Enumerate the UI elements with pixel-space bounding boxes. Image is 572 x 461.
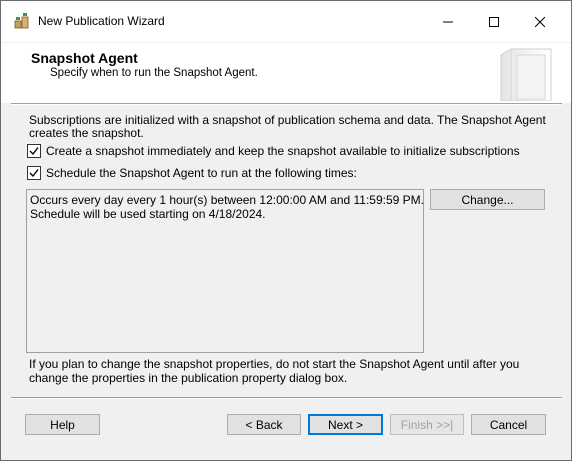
wizard-header: Snapshot Agent Specify when to run the S… (1, 43, 571, 103)
checkmark-icon (29, 169, 39, 178)
finish-button[interactable]: Finish >>| (390, 414, 464, 435)
create-snapshot-option[interactable]: Create a snapshot immediately and keep t… (27, 144, 520, 158)
create-snapshot-label: Create a snapshot immediately and keep t… (46, 144, 520, 158)
header-divider (11, 103, 562, 105)
page-subtitle: Specify when to run the Snapshot Agent. (50, 67, 258, 79)
schedule-line-2: Schedule will be used starting on 4/18/2… (30, 207, 266, 221)
change-schedule-button[interactable]: Change... (430, 189, 545, 210)
schedule-agent-option[interactable]: Schedule the Snapshot Agent to run at th… (27, 166, 357, 180)
checkmark-icon (29, 147, 39, 156)
wizard-banner-icon (497, 45, 557, 102)
minimize-icon (443, 21, 453, 22)
title-bar[interactable]: New Publication Wizard (1, 1, 571, 42)
close-button[interactable] (517, 1, 563, 42)
maximize-icon (489, 16, 499, 27)
schedule-line-1: Occurs every day every 1 hour(s) between… (30, 193, 424, 207)
intro-text: Subscriptions are initialized with a sna… (29, 113, 546, 140)
wizard-window: New Publication Wizard Snapshot Agent Sp… (0, 0, 572, 461)
schedule-agent-checkbox[interactable] (27, 166, 41, 180)
note-text: If you plan to change the snapshot prope… (29, 357, 520, 385)
page-title: Snapshot Agent (31, 50, 138, 66)
minimize-button[interactable] (425, 1, 471, 42)
window-title: New Publication Wizard (38, 14, 165, 28)
create-snapshot-checkbox[interactable] (27, 144, 41, 158)
cancel-button[interactable]: Cancel (471, 414, 546, 435)
maximize-button[interactable] (471, 1, 517, 42)
footer-divider (11, 397, 562, 399)
wizard-app-icon (14, 12, 32, 30)
back-button[interactable]: < Back (227, 414, 301, 435)
next-button[interactable]: Next > (308, 414, 383, 435)
help-button[interactable]: Help (25, 414, 100, 435)
schedule-description: Occurs every day every 1 hour(s) between… (26, 189, 424, 353)
close-icon (535, 16, 545, 27)
schedule-agent-label: Schedule the Snapshot Agent to run at th… (46, 166, 357, 180)
